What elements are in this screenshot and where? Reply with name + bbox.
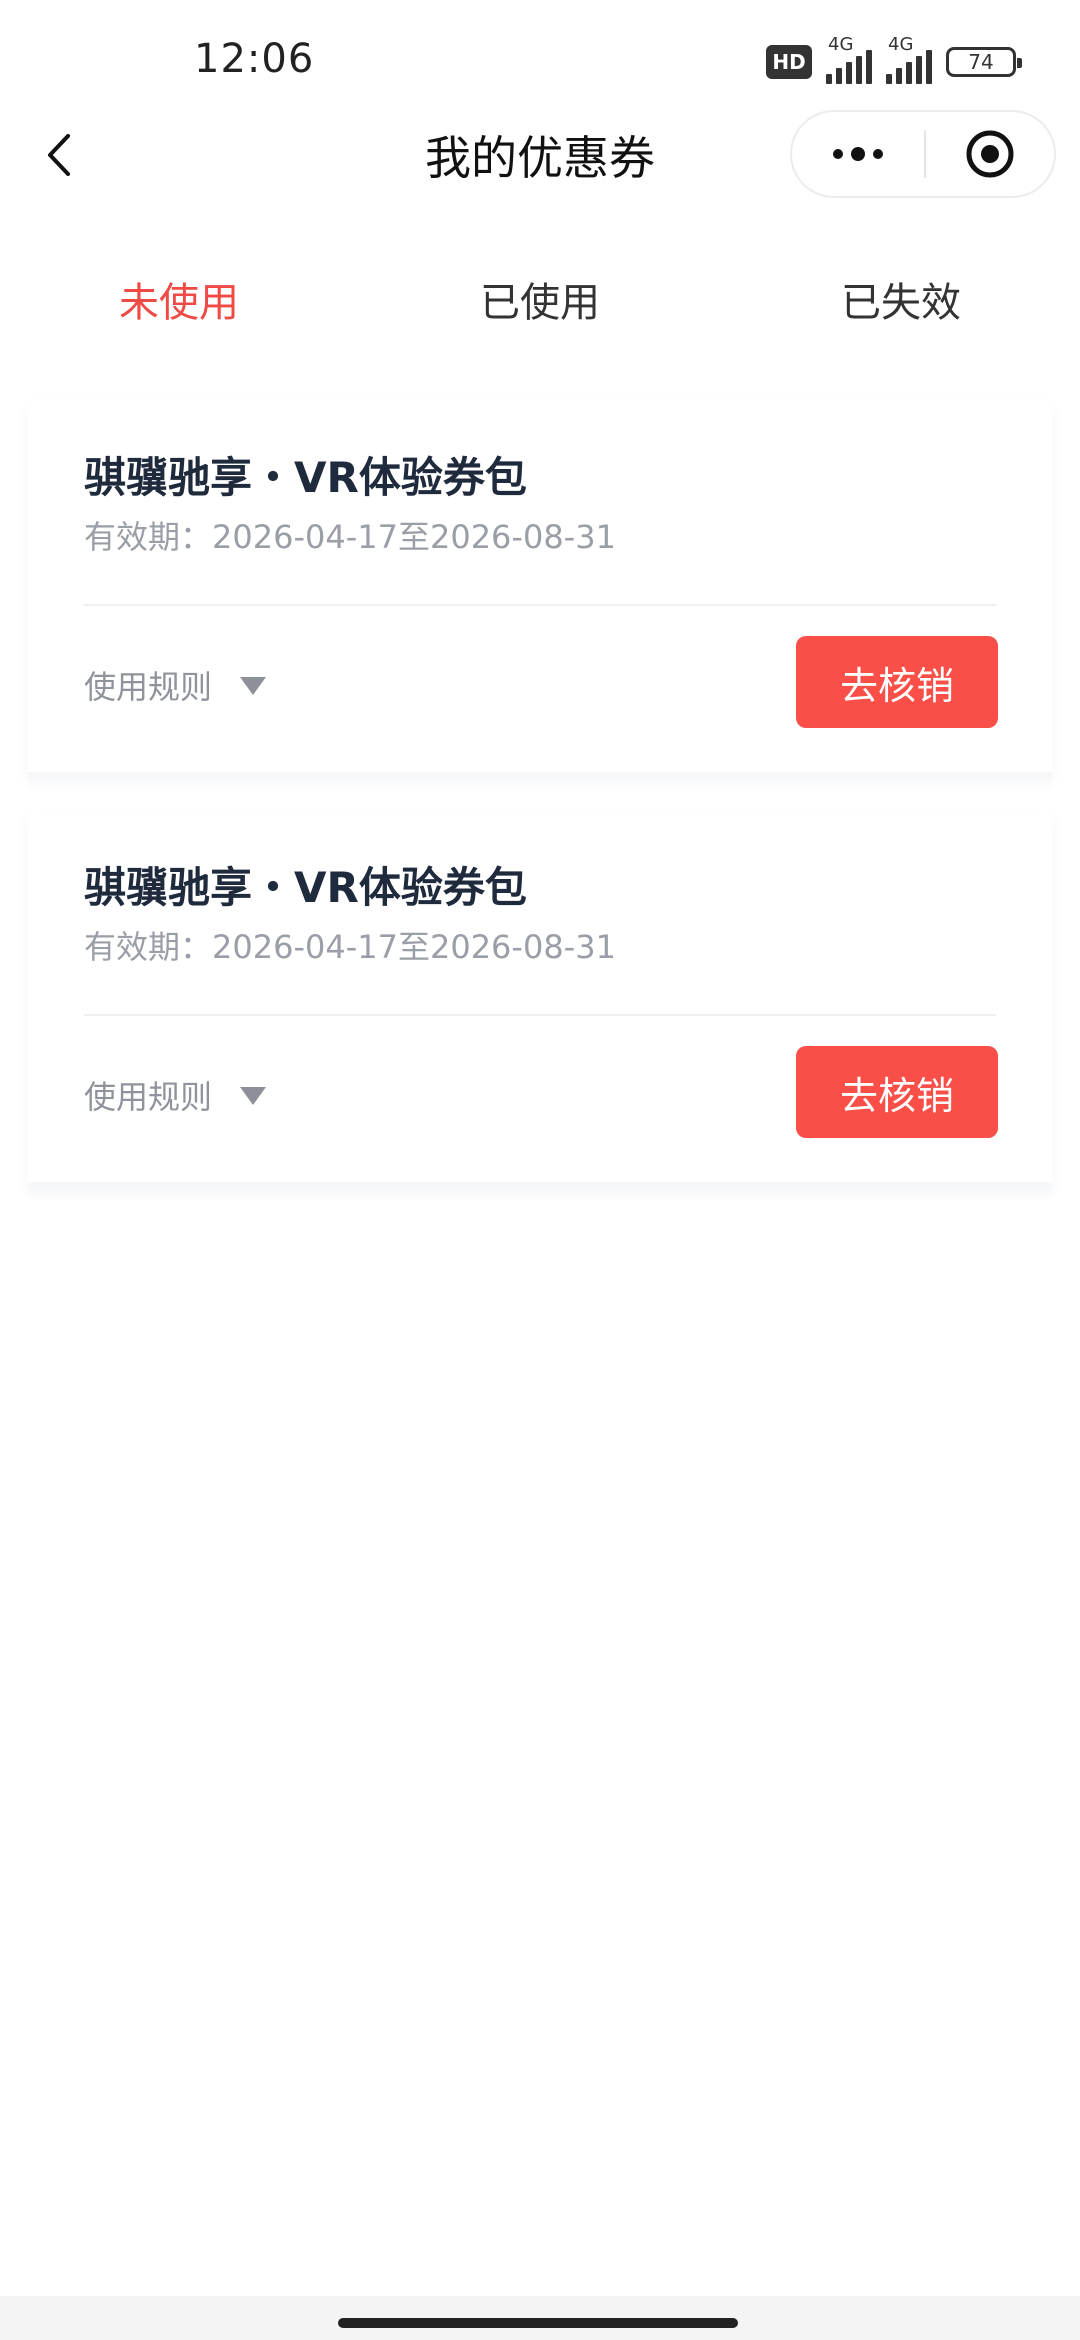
redeem-button[interactable]: 去核销 (796, 1046, 998, 1138)
target-close-icon (966, 130, 1014, 178)
home-indicator[interactable] (338, 2318, 738, 2328)
tab-used[interactable]: 已使用 (480, 270, 600, 328)
network-type-label: 4G (828, 34, 854, 55)
coupon-title: 骐骥驰享・VR体验券包 (84, 863, 527, 912)
usage-rules-toggle[interactable]: 使用规则 (84, 662, 267, 708)
coupon-tabs: 未使用 已使用 已失效 (0, 270, 1080, 350)
battery-level: 74 (968, 50, 994, 74)
coupon-card: 骐骥驰享・VR体验券包 有效期：2026-04-17至2026-08-31 使用… (28, 810, 1052, 1202)
coupon-divider (84, 604, 996, 606)
nav-bar: 我的优惠券 (0, 110, 1080, 200)
more-button[interactable] (792, 112, 924, 196)
battery-icon: 74 (946, 47, 1022, 77)
usage-rules-label: 使用规则 (84, 668, 213, 706)
gesture-bar (0, 2296, 1080, 2340)
coupon-page: 12:06 HD 4G 4G 74 我的优惠券 未使用 已使用 已失效 骐骥驰享… (0, 0, 1080, 2340)
hd-icon: HD (766, 45, 812, 79)
status-bar: 12:06 HD 4G 4G 74 (0, 0, 1080, 120)
more-dots-icon (833, 147, 883, 161)
caret-down-icon (240, 1087, 267, 1105)
signal-icon: 4G (826, 34, 872, 84)
usage-rules-label: 使用规则 (84, 1078, 213, 1116)
coupon-title: 骐骥驰享・VR体验券包 (84, 453, 527, 502)
tab-expired[interactable]: 已失效 (841, 270, 961, 328)
status-icons: HD 4G 4G 74 (766, 34, 1022, 84)
coupon-card: 骐骥驰享・VR体验券包 有效期：2026-04-17至2026-08-31 使用… (28, 400, 1052, 792)
tab-unused[interactable]: 未使用 (119, 270, 239, 328)
network-type-label: 4G (888, 34, 914, 55)
usage-rules-toggle[interactable]: 使用规则 (84, 1072, 267, 1118)
coupon-validity: 有效期：2026-04-17至2026-08-31 (84, 928, 616, 966)
coupon-divider (84, 1014, 996, 1016)
mini-program-capsule (790, 110, 1056, 198)
close-button[interactable] (926, 112, 1054, 196)
signal-icon: 4G (886, 34, 932, 84)
caret-down-icon (240, 677, 267, 695)
redeem-button[interactable]: 去核销 (796, 636, 998, 728)
status-time: 12:06 (194, 36, 315, 82)
coupon-validity: 有效期：2026-04-17至2026-08-31 (84, 518, 616, 556)
